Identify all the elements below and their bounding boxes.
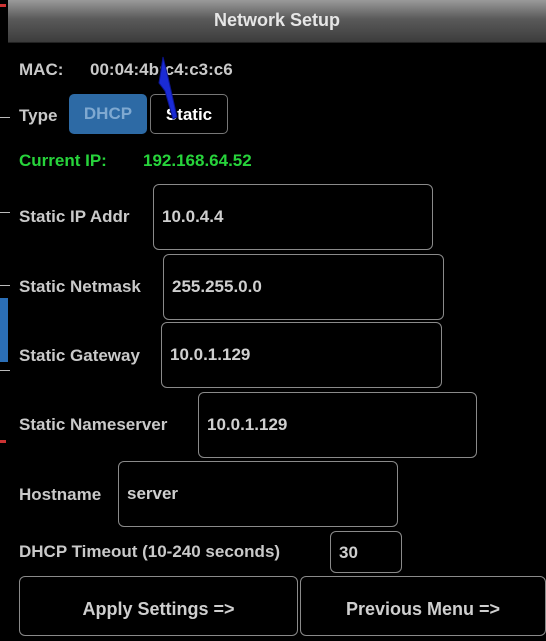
netmask-field[interactable]: 255.255.0.0 — [163, 254, 444, 320]
static-ip-label: Static IP Addr — [19, 207, 130, 226]
edge-tick — [0, 285, 10, 286]
hostname-label: Hostname — [19, 485, 102, 504]
previous-menu-button[interactable]: Previous Menu => — [300, 576, 546, 636]
edge-tick — [0, 212, 10, 213]
gateway-field[interactable]: 10.0.1.129 — [161, 322, 442, 388]
nameserver-field[interactable]: 10.0.1.129 — [198, 392, 477, 458]
netmask-label: Static Netmask — [19, 277, 141, 296]
mouse-cursor-icon — [158, 56, 178, 120]
hostname-field[interactable]: server — [118, 461, 398, 527]
gateway-label: Static Gateway — [19, 346, 140, 365]
mac-label: MAC: — [19, 60, 64, 79]
edge-tick — [0, 117, 10, 118]
edge-highlight — [0, 298, 8, 362]
nameserver-label: Static Nameserver — [19, 415, 168, 434]
current-ip-label: Current IP: — [19, 151, 107, 170]
static-ip-field[interactable]: 10.0.4.4 — [153, 184, 433, 250]
apply-settings-button[interactable]: Apply Settings => — [19, 576, 298, 636]
title-bar: Network Setup — [8, 0, 546, 43]
edge-marker — [0, 440, 6, 443]
window-title: Network Setup — [213, 10, 341, 30]
current-ip-value: 192.168.64.52 — [143, 151, 252, 170]
edge-marker — [0, 4, 6, 7]
edge-tick — [0, 370, 10, 371]
dhcp-button[interactable]: DHCP — [69, 94, 147, 134]
dhcp-timeout-label: DHCP Timeout (10-240 seconds) — [19, 542, 281, 561]
type-label: Type — [19, 106, 58, 125]
dhcp-timeout-field[interactable]: 30 — [330, 531, 402, 573]
